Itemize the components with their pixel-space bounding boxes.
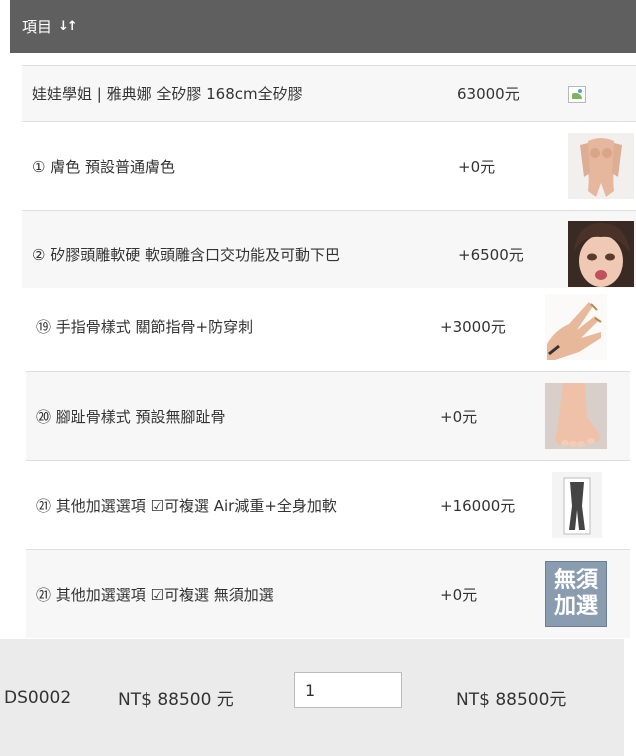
item-name: 娃娃學姐 | 雅典娜 全矽膠 168cm全矽膠 (32, 85, 303, 103)
table-row: ① 膚色 預設普通膚色 +0元 (22, 122, 636, 210)
item-name: ② 矽膠頭雕軟硬 軟頭雕含口交功能及可動下巴 (32, 246, 340, 264)
item-price: +6500元 (458, 246, 524, 264)
no-addon-image-text: 無須加選 (553, 568, 598, 619)
item-price: 63000元 (457, 85, 520, 103)
item-name: ① 膚色 預設普通膚色 (32, 157, 175, 176)
item-name: ⑲ 手指骨樣式 關節指骨+防穿刺 (36, 318, 254, 336)
subtotal: NT$ 88500元 (456, 690, 567, 710)
column-header-item: 項目 (22, 18, 53, 36)
table-row: ⑳ 腳趾骨樣式 預設無腳趾骨 +0元 (26, 372, 630, 460)
table-row: ⑲ 手指骨樣式 關節指骨+防穿刺 +3000元 (26, 288, 630, 371)
unit-price: NT$ 88500 元 (118, 690, 234, 710)
item-price: +0元 (458, 157, 496, 176)
table-row: ㉑ 其他加選選項 ☑可複選 無須加選 +0元 無須加選 (26, 550, 630, 638)
item-name: ⑳ 腳趾骨樣式 預設無腳趾骨 (36, 407, 226, 426)
item-price: +3000元 (440, 318, 506, 336)
broken-image-icon (568, 86, 586, 103)
table-row: ② 矽膠頭雕軟硬 軟頭雕含口交功能及可動下巴 +6500元 (22, 211, 636, 288)
item-name: ㉑ 其他加選選項 ☑可複選 Air減重+全身加軟 (36, 496, 337, 515)
item-price: +16000元 (440, 496, 516, 515)
quantity-input[interactable]: 1 (294, 672, 402, 708)
product-sku: DS0002 (4, 687, 72, 708)
item-name: ㉑ 其他加選選項 ☑可複選 無須加選 (36, 585, 274, 604)
table-row: ㉑ 其他加選選項 ☑可複選 Air減重+全身加軟 +16000元 (26, 461, 630, 549)
finger-skeleton-image (545, 294, 607, 360)
item-price: +0元 (440, 407, 478, 426)
sort-icon[interactable]: ↓↑ (58, 19, 78, 34)
no-addon-image: 無須加選 (545, 561, 607, 627)
skin-tone-image (568, 133, 634, 199)
table-row: 娃娃學姐 | 雅典娜 全矽膠 168cm全矽膠 63000元 (22, 66, 636, 121)
item-price: +0元 (440, 585, 478, 604)
body-skeleton-image (552, 472, 602, 538)
toe-skeleton-image (545, 383, 607, 449)
head-sculpt-image (568, 221, 634, 287)
table-header: 項目 ↓↑ (10, 0, 636, 53)
